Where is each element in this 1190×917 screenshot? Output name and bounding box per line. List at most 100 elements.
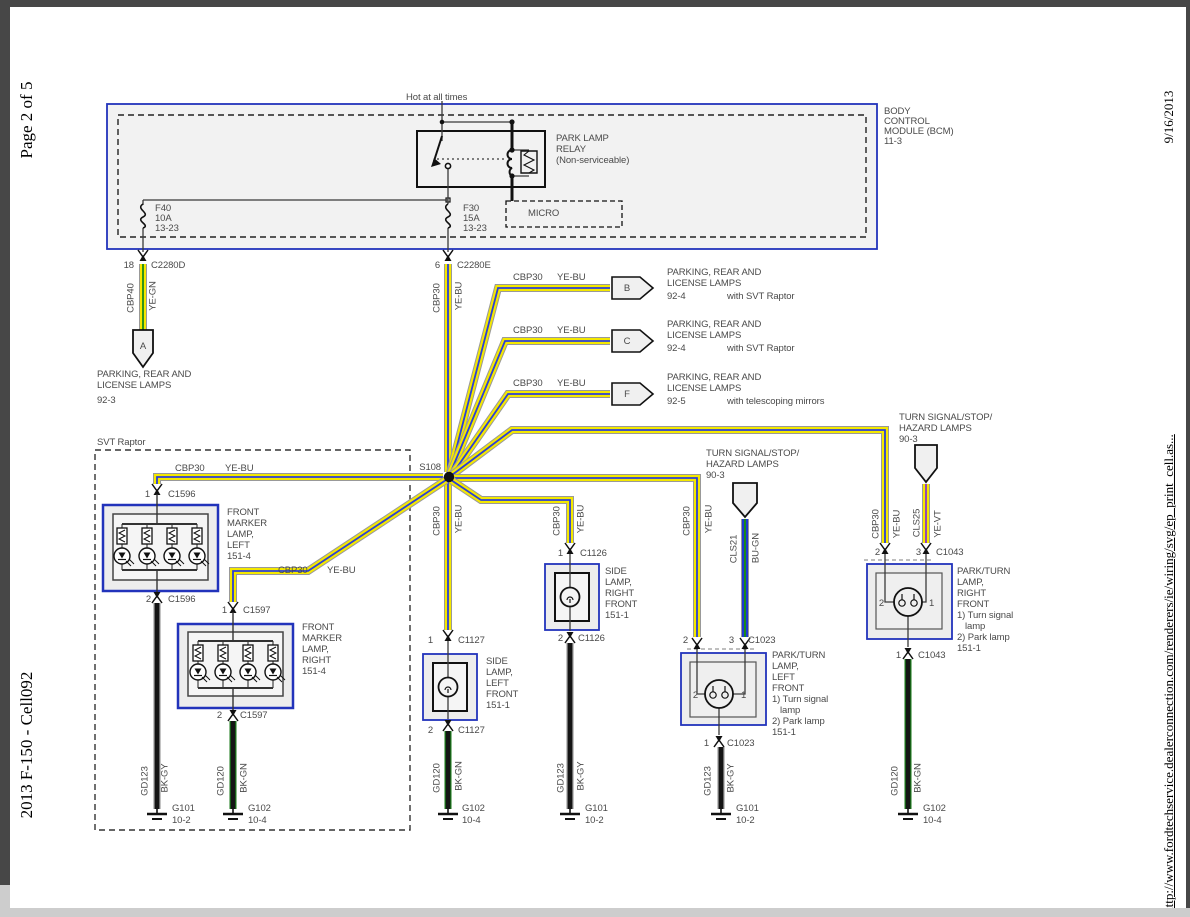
diagram-label: LEFT <box>227 540 250 551</box>
diagram-label: G102 <box>923 803 946 814</box>
wire-color-label: BK-GN <box>239 763 250 793</box>
diagram-label: G101 <box>172 803 195 814</box>
diagram-label: LICENSE LAMPS <box>667 383 741 394</box>
diagram-label: S108 <box>419 462 441 473</box>
diagram-label: LEFT <box>772 672 795 683</box>
diagram-label: 10-2 <box>585 815 604 826</box>
diagram-label: with SVT Raptor <box>726 291 795 302</box>
diagram-label: HAZARD LAMPS <box>899 423 972 434</box>
diagram-label: 151-1 <box>605 610 629 621</box>
diagram-label: YE-BU <box>557 325 586 336</box>
diagram-label: LAMP, <box>605 577 632 588</box>
wire-YEBU <box>452 430 885 543</box>
wire-color-label: CBP40 <box>126 283 137 313</box>
diagram-label: C1596 <box>168 594 196 605</box>
diagram-label: MARKER <box>302 633 342 644</box>
diagram-label: 1 <box>741 690 746 701</box>
diagram-label: C1023 <box>748 635 776 646</box>
diagram-label: C1127 <box>458 635 485 646</box>
pin-arrow-down <box>905 648 912 654</box>
diagram-label: 2 <box>428 725 433 736</box>
diagram-label: with telescoping mirrors <box>726 396 825 407</box>
diagram-label: FRONT <box>605 599 638 610</box>
pin-arrow-up <box>923 548 930 554</box>
diagram-label: PARKING, REAR AND <box>667 267 761 278</box>
diagram-label: PARK/TURN <box>957 566 1011 577</box>
diagram-label: CBP30 <box>513 378 543 389</box>
diagram-label: 2) Park lamp <box>957 632 1010 643</box>
printed-wiring-page: Hot at all timesPARK LAMPRELAY(Non-servi… <box>0 0 1190 917</box>
wire-color-label: YE-VT <box>933 510 944 538</box>
wire-color-label: CBP30 <box>552 506 563 536</box>
diagram-label: 1 <box>929 598 934 609</box>
junction-dot <box>509 173 514 178</box>
diagram-label: 90-3 <box>706 470 725 481</box>
wire-color-label: GD123 <box>703 766 714 796</box>
window-frame-left <box>0 0 10 885</box>
diagram-label: YE-BU <box>557 272 586 283</box>
wire-color-label: CBP30 <box>871 509 882 539</box>
diagram-label: C1596 <box>168 489 196 500</box>
wire-color-label: YE-GN <box>148 281 159 311</box>
diagram-label: MICRO <box>528 208 559 219</box>
diagram-label: 13-23 <box>463 223 487 234</box>
diagram-label: 151-1 <box>957 643 981 654</box>
diagram-label: CBP30 <box>513 325 543 336</box>
pin-arrow-down <box>445 720 452 726</box>
pin-arrow-up <box>694 643 701 649</box>
junction-dot <box>509 147 514 152</box>
diagram-label: 151-4 <box>227 551 251 562</box>
diagram-label: 1) Turn signal <box>772 694 828 705</box>
diagram-label: C1126 <box>578 633 605 644</box>
diagram-label: LEFT <box>486 678 509 689</box>
diagram-label: YE-BU <box>557 378 586 389</box>
diagram-label: LICENSE LAMPS <box>667 278 741 289</box>
diagram-label: SIDE <box>486 656 508 667</box>
pin-arrow-up <box>882 548 889 554</box>
wire-color-label: CLS21 <box>729 535 740 564</box>
diagram-label: LICENSE LAMPS <box>97 380 171 391</box>
print-date-label: 9/16/2013 <box>1161 91 1177 144</box>
diagram-label: FRONT <box>957 599 990 610</box>
pin-arrow-up <box>140 255 147 261</box>
wire-YEBU <box>452 430 885 543</box>
diagram-label: C2280E <box>457 260 491 271</box>
diagram-label: RIGHT <box>302 655 331 666</box>
diagram-label: F <box>624 389 630 400</box>
diagram-label: 151-4 <box>302 666 326 677</box>
diagram-label: 2 <box>217 710 222 721</box>
diagram-label: C1043 <box>936 547 964 558</box>
diagram-label: LAMP, <box>227 529 254 540</box>
diagram-label: 2 <box>879 598 884 609</box>
wire-color-label: GD120 <box>432 763 443 793</box>
diagram-label: PARKING, REAR AND <box>667 372 761 383</box>
wire-color-label: YE-BU <box>454 282 465 311</box>
diagram-label: 1) Turn signal <box>957 610 1013 621</box>
diagram-label: 10-4 <box>248 815 267 826</box>
diagram-label: lamp <box>965 621 985 632</box>
wire-color-label: CBP30 <box>432 506 443 536</box>
pin-arrow-down <box>230 710 237 716</box>
connector-tag <box>612 383 653 405</box>
wire-color-label: BU-GN <box>751 533 762 563</box>
diagram-label: G101 <box>736 803 759 814</box>
diagram-label: FRONT <box>772 683 805 694</box>
diagram-label: TURN SIGNAL/STOP/ <box>899 412 993 423</box>
diagram-label: 3 <box>729 635 734 646</box>
diagram-label: 92-5 <box>667 396 686 407</box>
diagram-label: 92-4 <box>667 343 686 354</box>
diagram-label: 18 <box>124 260 134 271</box>
wire-color-label: BK-GY <box>726 763 737 793</box>
pin-arrow-down <box>154 592 161 598</box>
wire-color-label: CBP30 <box>682 506 693 536</box>
diagram-label: G102 <box>248 803 271 814</box>
connector-pentagon <box>915 445 937 482</box>
page-number-label: Page 2 of 5 <box>17 82 37 159</box>
source-url-link[interactable]: http://www.fordtechservice.dealerconnect… <box>1161 434 1177 914</box>
wire-color-label: YE-BU <box>892 510 903 539</box>
window-frame-right <box>1186 0 1190 917</box>
diagram-label: B <box>624 283 630 294</box>
diagram-label: LAMP, <box>486 667 513 678</box>
wire-color-label: YE-BU <box>576 505 587 534</box>
diagram-label: lamp <box>780 705 800 716</box>
